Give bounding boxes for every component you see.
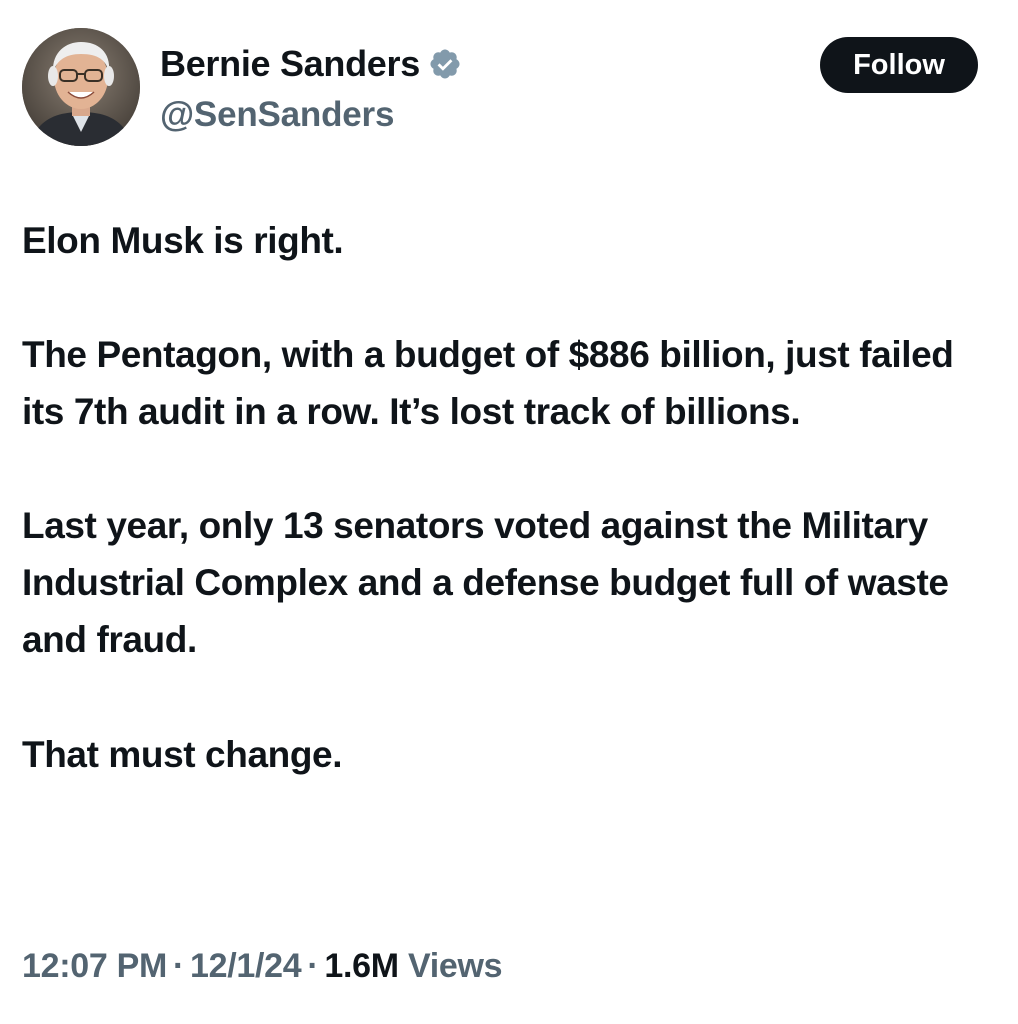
tweet-meta: 12:07 PM · 12/1/24 · 1.6M Views bbox=[22, 942, 503, 990]
tweet-text: Elon Musk is right. The Pentagon, with a… bbox=[22, 212, 997, 783]
verified-badge-icon[interactable] bbox=[428, 47, 462, 81]
avatar-image bbox=[22, 28, 140, 146]
tweet-paragraph: That must change. bbox=[22, 734, 343, 775]
views-label[interactable]: Views bbox=[408, 947, 503, 985]
views-count[interactable]: 1.6M bbox=[324, 947, 399, 985]
author-display-name[interactable]: Bernie Sanders bbox=[160, 42, 420, 86]
tweet-card: Bernie Sanders @SenSanders Follow Elon M… bbox=[0, 0, 1018, 1024]
follow-button[interactable]: Follow bbox=[820, 37, 978, 93]
tweet-paragraph: The Pentagon, with a budget of $886 bill… bbox=[22, 334, 954, 432]
tweet-time[interactable]: 12:07 PM bbox=[22, 947, 167, 985]
tweet-date[interactable]: 12/1/24 bbox=[190, 947, 302, 985]
avatar[interactable] bbox=[22, 28, 140, 146]
tweet-paragraph: Last year, only 13 senators voted agains… bbox=[22, 505, 949, 660]
meta-separator: · bbox=[307, 947, 319, 985]
tweet-paragraph: Elon Musk is right. bbox=[22, 220, 344, 261]
author-handle[interactable]: @SenSanders bbox=[160, 93, 394, 137]
author-name-row: Bernie Sanders bbox=[160, 42, 462, 86]
meta-separator: · bbox=[173, 947, 185, 985]
